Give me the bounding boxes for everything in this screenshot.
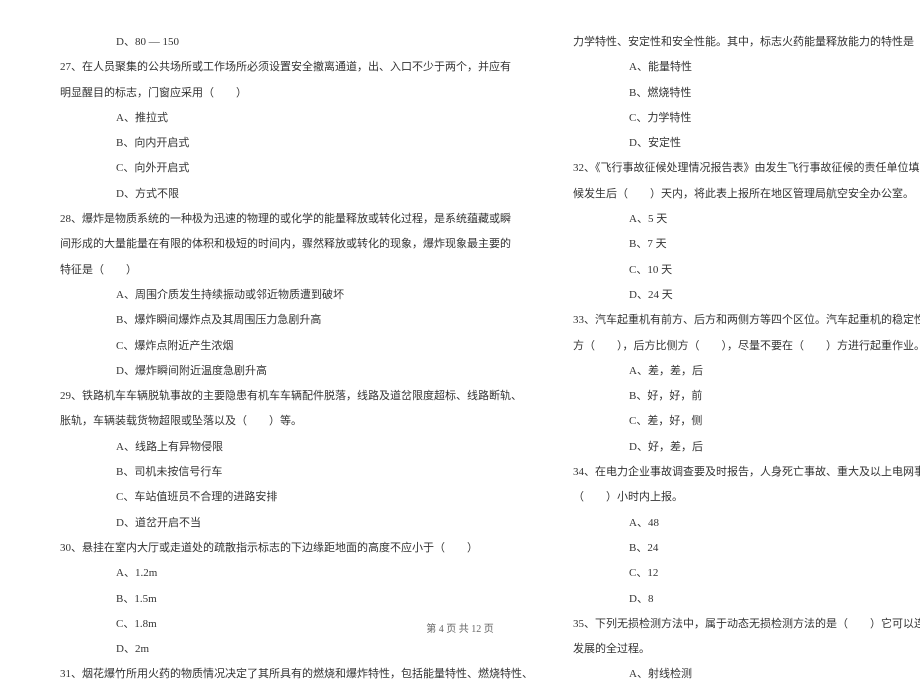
q27-stem: 27、在人员聚集的公共场所或工作场所必须设置安全撤离通道，出、入口不少于两个，并… xyxy=(60,55,533,80)
q28-option-d: D、爆炸瞬间附近温度急剧升高 xyxy=(60,359,533,384)
q34-option-b: B、24 xyxy=(573,536,920,561)
q31-stem-cont: 力学特性、安定性和安全性能。其中，标志火药能量释放能力的特性是（ ） xyxy=(573,30,920,55)
q32-option-c: C、10 天 xyxy=(573,258,920,283)
q32-option-a: A、5 天 xyxy=(573,207,920,232)
q28-option-c: C、爆炸点附近产生浓烟 xyxy=(60,334,533,359)
q28-option-b: B、爆炸瞬间爆炸点及其周围压力急剧升高 xyxy=(60,308,533,333)
q29-stem-cont: 胀轨，车辆装载货物超限或坠落以及（ ）等。 xyxy=(60,409,533,434)
q33-option-d: D、好，差，后 xyxy=(573,435,920,460)
right-column: 力学特性、安定性和安全性能。其中，标志火药能量释放能力的特性是（ ） A、能量特… xyxy=(553,30,920,688)
q33-option-a: A、差，差，后 xyxy=(573,359,920,384)
q34-option-a: A、48 xyxy=(573,511,920,536)
q31-option-d: D、安定性 xyxy=(573,131,920,156)
q33-option-c: C、差，好，侧 xyxy=(573,409,920,434)
q27-stem-cont: 明显醒目的标志，门窗应采用（ ） xyxy=(60,81,533,106)
q34-option-c: C、12 xyxy=(573,561,920,586)
q29-option-b: B、司机未按信号行车 xyxy=(60,460,533,485)
q32-option-b: B、7 天 xyxy=(573,232,920,257)
left-column: D、80 — 150 27、在人员聚集的公共场所或工作场所必须设置安全撤离通道，… xyxy=(60,30,553,688)
q31-option-a: A、能量特性 xyxy=(573,55,920,80)
q29-option-a: A、线路上有异物侵限 xyxy=(60,435,533,460)
q27-option-b: B、向内开启式 xyxy=(60,131,533,156)
q28-stem: 28、爆炸是物质系统的一种极为迅速的物理的或化学的能量释放或转化过程，是系统蕴藏… xyxy=(60,207,533,232)
q27-option-a: A、推拉式 xyxy=(60,106,533,131)
page-footer: 第 4 页 共 12 页 xyxy=(0,620,920,635)
q27-option-d: D、方式不限 xyxy=(60,182,533,207)
q34-stem-cont: （ ）小时内上报。 xyxy=(573,485,920,510)
q30-option-b: B、1.5m xyxy=(60,587,533,612)
q34-stem: 34、在电力企业事故调查要及时报告，人身死亡事故、重大及以上电网事故和设备事故，… xyxy=(573,460,920,485)
q30-stem: 30、悬挂在室内大厅或走道处的疏散指示标志的下边缘距地面的高度不应小于（ ） xyxy=(60,536,533,561)
q28-option-a: A、周围介质发生持续振动或邻近物质遭到破坏 xyxy=(60,283,533,308)
q33-option-b: B、好，好，前 xyxy=(573,384,920,409)
q33-stem-cont: 方（ ），后方比侧方（ ），尽量不要在（ ）方进行起重作业。 xyxy=(573,334,920,359)
q35-option-a: A、射线检测 xyxy=(573,662,920,687)
q27-option-c: C、向外开启式 xyxy=(60,156,533,181)
q31-stem: 31、烟花爆竹所用火药的物质情况决定了其所具有的燃烧和爆炸特性，包括能量特性、燃… xyxy=(60,662,533,687)
q32-option-d: D、24 天 xyxy=(573,283,920,308)
q29-option-d: D、道岔开启不当 xyxy=(60,511,533,536)
q33-stem: 33、汽车起重机有前方、后方和两侧方等四个区位。汽车起重机的稳定性一般情况是侧方… xyxy=(573,308,920,333)
q28-stem-cont1: 间形成的大量能量在有限的体积和极短的时间内，骤然释放或转化的现象，爆炸现象最主要… xyxy=(60,232,533,257)
q30-option-a: A、1.2m xyxy=(60,561,533,586)
q31-option-b: B、燃烧特性 xyxy=(573,81,920,106)
q31-option-c: C、力学特性 xyxy=(573,106,920,131)
q32-stem: 32、《飞行事故征候处理情况报告表》由发生飞行事故征候的责任单位填写，并在飞行事… xyxy=(573,156,920,181)
q34-option-d: D、8 xyxy=(573,587,920,612)
q32-stem-cont: 候发生后（ ）天内，将此表上报所在地区管理局航空安全办公室。 xyxy=(573,182,920,207)
q29-option-c: C、车站值班员不合理的进路安排 xyxy=(60,485,533,510)
q29-stem: 29、铁路机车车辆脱轨事故的主要隐患有机车车辆配件脱落，线路及道岔限度超标、线路… xyxy=(60,384,533,409)
q28-stem-cont2: 特征是（ ） xyxy=(60,258,533,283)
q26-option-d: D、80 — 150 xyxy=(60,30,533,55)
